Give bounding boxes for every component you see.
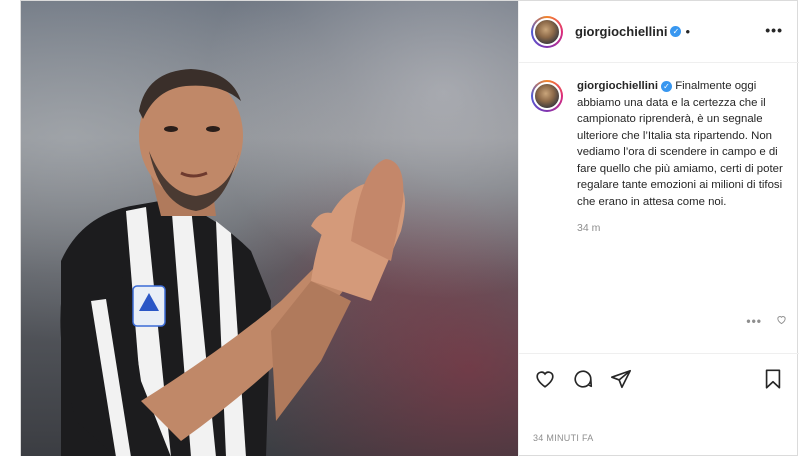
comment-actions: •••: [746, 314, 787, 328]
avatar-image: [533, 82, 561, 110]
post-actions-bar: [519, 353, 799, 403]
more-options-button[interactable]: •••: [765, 23, 783, 37]
share-icon[interactable]: [609, 367, 633, 391]
caption-username[interactable]: giorgiochiellini: [577, 80, 658, 92]
caption-body: giorgiochiellini ✓ Finalmente oggi abbiam…: [577, 78, 783, 237]
caption-avatar[interactable]: [531, 80, 563, 112]
verified-badge-icon: ✓: [661, 81, 673, 92]
instagram-post: giorgiochiellini ✓ • ••• giorgiochiellin…: [20, 0, 799, 456]
player-figure: [60, 69, 405, 456]
avatar[interactable]: [531, 15, 563, 48]
post-timestamp[interactable]: 34 MINUTI FA: [533, 433, 594, 443]
avatar-image: [533, 17, 561, 46]
username[interactable]: giorgiochiellini: [575, 24, 667, 39]
comments-section: giorgiochiellini ✓ Finalmente oggi abbiam…: [519, 64, 799, 352]
caption-text: Finalmente oggi abbiamo una data e la ce…: [577, 80, 783, 208]
bookmark-icon[interactable]: [761, 367, 785, 391]
caption-row: giorgiochiellini ✓ Finalmente oggi abbiam…: [531, 78, 783, 237]
post-header: giorgiochiellini ✓ • •••: [519, 1, 799, 63]
heart-icon[interactable]: [533, 367, 557, 391]
caption-time[interactable]: 34 m: [577, 220, 783, 237]
verified-badge-icon: ✓: [670, 26, 682, 37]
comment-icon[interactable]: [571, 367, 595, 391]
post-details-panel: giorgiochiellini ✓ • ••• giorgiochiellin…: [518, 1, 799, 456]
comment-more-button[interactable]: •••: [746, 314, 762, 328]
comment-like-icon[interactable]: [776, 314, 787, 328]
post-photo[interactable]: [21, 1, 518, 456]
header-separator: •: [685, 24, 691, 39]
